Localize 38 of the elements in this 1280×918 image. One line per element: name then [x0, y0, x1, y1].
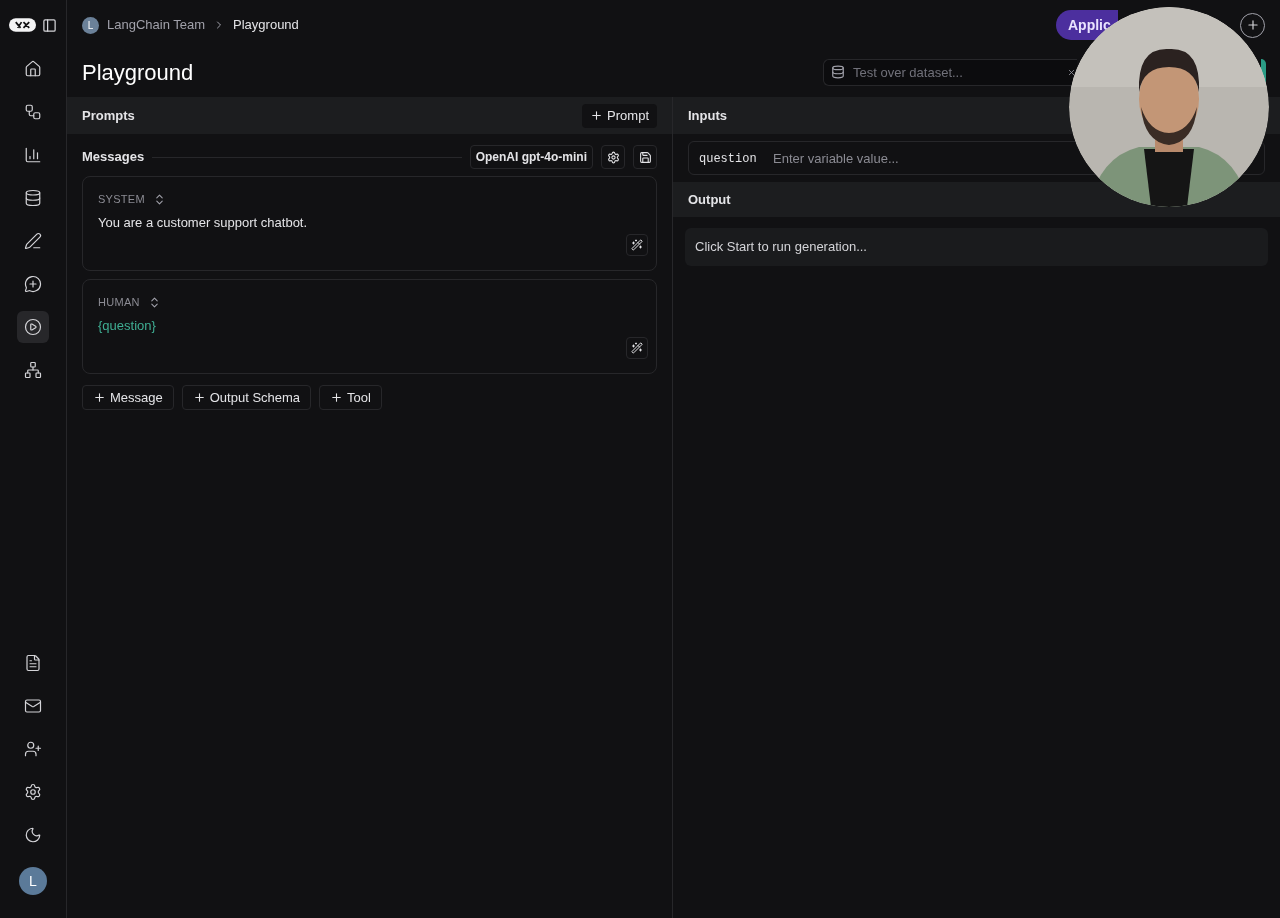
model-button[interactable]: OpenAI gpt-4o-mini — [469, 145, 593, 169]
breadcrumb-link[interactable]: Playground — [233, 15, 299, 35]
output-box: Click Start to run generation... — [685, 228, 1268, 266]
section-title: Inputs — [688, 106, 727, 125]
dataset-field[interactable]: Test over dataset... — [823, 58, 1077, 86]
magic-wand-icon — [631, 342, 643, 354]
section-title: Prompts — [82, 106, 135, 125]
logo-icon[interactable] — [9, 18, 36, 32]
variable-text[interactable]: {question} — [98, 315, 641, 335]
plus-icon — [590, 109, 604, 122]
messages-label: Messages — [82, 148, 145, 167]
panel-toggle-icon[interactable] — [42, 17, 57, 33]
section-title: Output — [688, 190, 731, 209]
plus-icon — [192, 391, 206, 404]
database-icon — [831, 64, 845, 79]
add-action-button[interactable]: Message — [82, 385, 174, 410]
add-action-button[interactable]: Tool — [319, 385, 382, 410]
add-action-button[interactable]: Output Schema — [181, 385, 312, 410]
magic-wand-button[interactable] — [626, 337, 648, 359]
role-label: HUMAN — [98, 295, 140, 310]
save-button[interactable] — [633, 145, 657, 169]
magic-wand-icon — [631, 239, 643, 251]
page-title: Playground — [82, 58, 194, 87]
save-icon — [638, 150, 652, 164]
clear-icon[interactable] — [1067, 67, 1076, 77]
team-avatar: L — [82, 16, 99, 34]
plus-icon — [93, 391, 106, 404]
play-icon[interactable] — [17, 311, 49, 343]
add-prompt-button[interactable]: Prompt — [582, 103, 657, 128]
breadcrumb-link[interactable]: LangChain Team — [107, 15, 206, 35]
message-text[interactable]: You are a customer support chatbot. — [98, 212, 641, 232]
plus-icon — [330, 391, 344, 404]
magic-wand-button[interactable] — [626, 234, 648, 256]
role-label: SYSTEM — [98, 192, 145, 207]
settings-icon — [606, 150, 620, 164]
settings-button[interactable] — [601, 145, 625, 169]
variable-name: question — [699, 151, 757, 168]
user-avatar[interactable]: L — [19, 867, 47, 895]
